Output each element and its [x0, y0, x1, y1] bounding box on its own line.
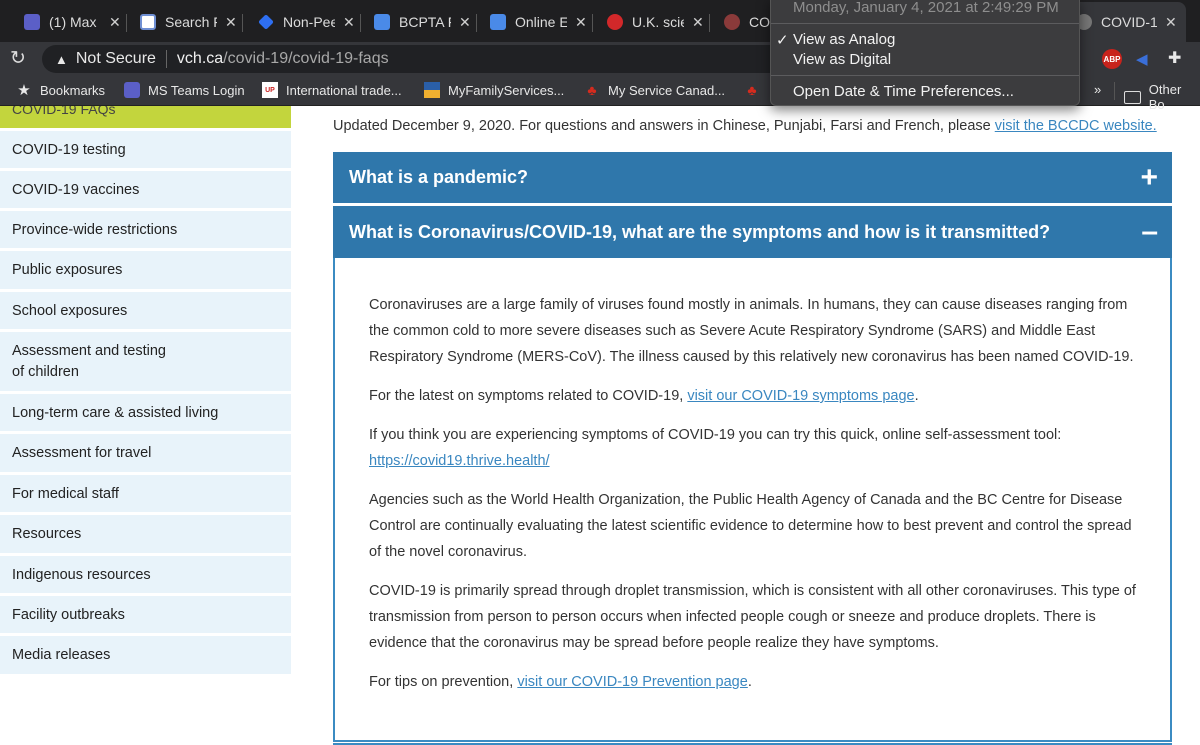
bookmark-item[interactable]: ★ Bookmarks [16, 82, 105, 99]
answer-paragraph: Agencies such as the World Health Organi… [369, 492, 1132, 560]
close-icon[interactable]: ✕ [692, 14, 704, 31]
adblock-icon[interactable]: ABP [1102, 49, 1122, 69]
accordion-header-pandemic[interactable]: What is a pandemic? + [333, 152, 1172, 203]
sidebar-item[interactable]: Public exposures [0, 248, 291, 289]
accordion-question: What is Coronavirus/COVID-19, what are t… [349, 221, 1051, 242]
symptoms-page-link[interactable]: visit our COVID-19 symptoms page [687, 388, 914, 404]
answer-paragraph: If you think you are experiencing sympto… [369, 427, 1062, 469]
extension-arrow-icon[interactable]: ◀ [1136, 50, 1148, 68]
other-bookmarks[interactable]: Other Bo [1124, 82, 1200, 112]
sidebar-nav: COVID-19 FAQs COVID-19 testing COVID-19 … [0, 106, 291, 674]
dropbox-icon [258, 14, 274, 30]
tab[interactable]: Search F ✕ [130, 6, 243, 38]
tab[interactable]: Non-Pee ✕ [248, 6, 361, 38]
menu-datetime: Monday, January 4, 2021 at 2:49:29 PM [793, 0, 1059, 16]
answer-paragraph: Coronaviruses are a large family of viru… [369, 297, 1134, 365]
tab[interactable]: (1) Max ( ✕ [14, 6, 127, 38]
folder-icon [1124, 90, 1141, 104]
accordion-question: What is a pandemic? [349, 167, 529, 187]
self-assessment-link[interactable]: https://covid19.thrive.health/ [369, 453, 550, 469]
close-icon[interactable]: ✕ [109, 14, 121, 31]
puzzle-icon[interactable]: ✚ [1168, 48, 1181, 68]
grid-icon [140, 14, 156, 30]
teams-icon [24, 14, 40, 30]
sidebar-item[interactable]: Assessment for travel [0, 431, 291, 472]
maple-leaf-icon: ♣ [747, 82, 757, 98]
collapse-minus-icon[interactable]: – [1141, 217, 1158, 247]
sidebar-item-active[interactable]: COVID-19 FAQs [0, 106, 291, 128]
cbc-icon [607, 14, 623, 30]
close-icon[interactable]: ✕ [225, 14, 237, 31]
security-label: Not Secure [75, 50, 156, 67]
tab-active[interactable]: COVID-1 ✕ [1066, 2, 1186, 42]
sidebar-item[interactable]: Resources [0, 512, 291, 553]
reload-icon[interactable]: ↻ [10, 47, 26, 70]
close-icon[interactable]: ✕ [343, 14, 355, 31]
sidebar-item[interactable]: Assessment and testing of children [0, 329, 291, 391]
sidebar-item[interactable]: For medical staff [0, 472, 291, 512]
expand-plus-icon[interactable]: + [1140, 162, 1158, 193]
tab[interactable]: BCPTA F ✕ [364, 6, 477, 38]
prevention-page-link[interactable]: visit our COVID-19 Prevention page [517, 674, 748, 690]
tab[interactable]: Online E ✕ [480, 6, 593, 38]
bccdc-link[interactable]: visit the BCCDC website. [995, 118, 1157, 134]
star-icon: ★ [17, 82, 31, 99]
url-path: /covid-19/covid-19-faqs [223, 50, 389, 67]
sidebar-item[interactable]: School exposures [0, 289, 291, 329]
docs-icon [374, 14, 390, 30]
url-host: vch.ca [176, 50, 224, 67]
close-icon[interactable]: ✕ [575, 14, 587, 31]
sidebar-item[interactable]: Indigenous resources [0, 553, 291, 593]
sidebar-item[interactable]: Long-term care & assisted living [0, 391, 291, 431]
bc-icon [424, 82, 440, 98]
answer-paragraph: For the latest on symptoms related to CO… [369, 388, 919, 404]
checkmark-icon: ✓ [776, 32, 789, 49]
teams-icon [124, 82, 140, 98]
bookmarks-overflow-button[interactable]: » [1094, 82, 1101, 97]
clock-dropdown-menu: Monday, January 4, 2021 at 2:49:29 PM ✓ … [770, 0, 1080, 106]
maple-leaf-icon: ♣ [587, 82, 597, 98]
close-icon[interactable]: ✕ [1165, 14, 1177, 31]
bookmark-item[interactable]: MS Teams Login [124, 82, 245, 98]
close-icon[interactable]: ✕ [459, 14, 471, 31]
docs-icon [490, 14, 506, 30]
bookmark-item[interactable]: MyFamilyServices... [424, 82, 564, 98]
answer-paragraph: For tips on prevention, visit our COVID-… [369, 674, 752, 690]
sidebar-item[interactable]: COVID-19 testing [0, 128, 291, 168]
sidebar-item[interactable]: COVID-19 vaccines [0, 168, 291, 208]
updated-note: Updated December 9, 2020. For questions … [333, 118, 1157, 134]
bookmark-item[interactable]: ♣ My Service Canad... [584, 82, 725, 98]
accordion-panel: Coronaviruses are a large family of viru… [333, 258, 1172, 742]
bookmark-item[interactable]: UP International trade... [262, 82, 402, 98]
warning-icon: ▲ [55, 51, 68, 67]
bookmark-item[interactable]: ♣ [744, 82, 768, 98]
sidebar-item[interactable]: Province-wide restrictions [0, 208, 291, 248]
sidebar-item[interactable]: Facility outbreaks [0, 593, 291, 633]
virus-icon [724, 14, 740, 30]
tab[interactable]: U.K. scie ✕ [597, 6, 710, 38]
accordion-header-coronavirus[interactable]: What is Coronavirus/COVID-19, what are t… [333, 206, 1172, 258]
sidebar-item[interactable]: Media releases [0, 633, 291, 674]
answer-paragraph: COVID-19 is primarily spread through dro… [369, 583, 1136, 651]
uplf-icon: UP [262, 82, 278, 98]
